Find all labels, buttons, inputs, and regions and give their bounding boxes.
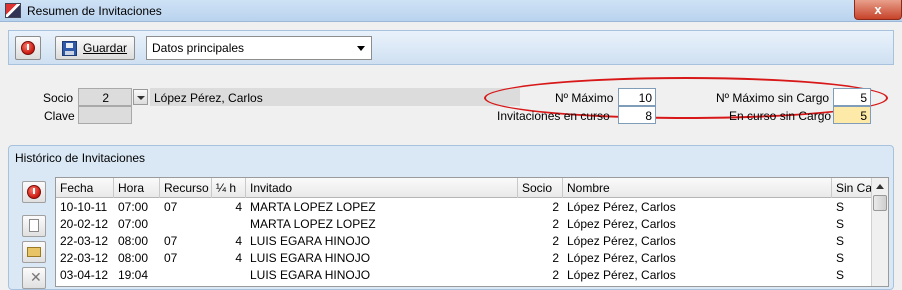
cell-invitado: LUIS EGARA HINOJO (250, 251, 371, 265)
save-button-label: Guardar (83, 41, 128, 55)
cell-recurso: 07 (164, 234, 178, 248)
table-header: Fecha Hora Recurso ¼ h Invitado Socio No… (56, 178, 888, 198)
cell-recurso (160, 216, 212, 233)
cell-invitado: LUIS EGARA HINOJO (250, 268, 371, 282)
socio-name-field: López Pérez, Carlos (150, 88, 520, 106)
cell-nombre: López Pérez, Carlos (567, 217, 676, 231)
cell-cuarto-h (212, 216, 246, 233)
cell-sin-cargo: S (836, 217, 845, 231)
cell-hora: 19:04 (118, 268, 149, 282)
socio-label: Socio (43, 91, 74, 105)
cell-fecha: 22-03-12 (60, 234, 109, 248)
save-button[interactable]: Guardar (55, 36, 135, 60)
socio-number-value: 2 (102, 91, 109, 105)
cell-recurso (160, 267, 212, 284)
floppy-disk-icon (62, 41, 77, 56)
col-fecha[interactable]: Fecha (56, 178, 114, 198)
window-titlebar: Resumen de Invitaciones x (0, 0, 902, 22)
col-cuarto-h[interactable]: ¼ h (212, 178, 246, 198)
document-icon (29, 219, 39, 232)
cell-socio: 2 (552, 234, 559, 248)
history-table: Fecha Hora Recurso ¼ h Invitado Socio No… (55, 177, 889, 287)
en-curso-label: Invitaciones en curso (497, 109, 610, 123)
scrollbar-thumb[interactable] (873, 195, 887, 211)
cell-hora: 08:00 (118, 234, 149, 248)
cell-cuarto-h (212, 267, 246, 284)
view-select-value: Datos principales (152, 41, 245, 55)
table-row[interactable]: 10-10-11 07:00 07 4 MARTA LOPEZ LOPEZ 2 … (56, 199, 871, 216)
cell-fecha: 20-02-12 (60, 217, 109, 231)
cell-nombre: López Pérez, Carlos (567, 200, 676, 214)
exit-button[interactable] (15, 36, 41, 60)
col-recurso[interactable]: Recurso (160, 178, 212, 198)
table-row[interactable]: 03-04-12 19:04 LUIS EGARA HINOJO 2 López… (56, 267, 871, 284)
clave-label: Clave (44, 109, 75, 123)
col-socio[interactable]: Socio (518, 178, 563, 198)
socio-dropdown-button[interactable] (133, 89, 148, 105)
cell-invitado: MARTA LOPEZ LOPEZ (250, 200, 376, 214)
cell-hora: 08:00 (118, 251, 149, 265)
cell-recurso: 07 (164, 251, 178, 265)
cell-sin-cargo: S (836, 200, 845, 214)
socio-name-value: López Pérez, Carlos (154, 91, 263, 105)
cell-fecha: 03-04-12 (60, 268, 109, 282)
table-row[interactable]: 20-02-12 07:00 MARTA LOPEZ LOPEZ 2 López… (56, 216, 871, 233)
history-side-toolbar: ✕ (22, 177, 50, 289)
cell-cuarto-h: 4 (235, 200, 242, 214)
cell-fecha: 22-03-12 (60, 251, 109, 265)
cell-invitado: LUIS EGARA HINOJO (250, 234, 371, 248)
table-row[interactable]: 22-03-12 08:00 07 4 LUIS EGARA HINOJO 2 … (56, 233, 871, 250)
socio-number-field[interactable]: 2 (78, 88, 132, 106)
cell-nombre: López Pérez, Carlos (567, 251, 676, 265)
chevron-down-icon (137, 96, 145, 100)
cell-socio: 2 (552, 200, 559, 214)
en-curso-field[interactable]: 8 (618, 106, 656, 124)
history-title: Histórico de Invitaciones (15, 151, 146, 165)
max-sin-cargo-field[interactable]: 5 (833, 88, 871, 106)
en-curso-sin-cargo-field[interactable]: 5 (833, 106, 871, 124)
cell-fecha: 10-10-11 (60, 200, 108, 214)
en-curso-sin-cargo-label: En curso sin Cargo (729, 109, 832, 123)
power-icon (27, 185, 41, 199)
folder-icon (27, 247, 41, 257)
window-close-button[interactable]: x (854, 0, 902, 20)
power-icon (21, 41, 35, 55)
col-sin-cargo[interactable]: Sin Car (832, 178, 872, 198)
max-sin-cargo-label: Nº Máximo sin Cargo (716, 91, 830, 105)
col-invitado[interactable]: Invitado (246, 178, 518, 198)
cell-nombre: López Pérez, Carlos (567, 268, 676, 282)
cell-socio: 2 (552, 251, 559, 265)
scroll-up-icon[interactable] (876, 184, 884, 189)
cell-sin-cargo: S (836, 268, 845, 282)
app-icon (5, 3, 21, 18)
view-select[interactable]: Datos principales (146, 36, 372, 60)
table-row[interactable]: 22-03-12 08:00 07 4 LUIS EGARA HINOJO 2 … (56, 250, 871, 267)
clave-field[interactable] (78, 106, 132, 124)
cell-hora: 07:00 (118, 217, 149, 231)
cell-socio: 2 (552, 217, 559, 231)
cell-recurso: 07 (164, 200, 178, 214)
window-title: Resumen de Invitaciones (27, 4, 162, 18)
cell-cuarto-h: 4 (235, 251, 242, 265)
cell-invitado: MARTA LOPEZ LOPEZ (250, 217, 376, 231)
delete-button[interactable]: ✕ (22, 267, 46, 289)
cell-nombre: López Pérez, Carlos (567, 234, 676, 248)
cell-socio: 2 (552, 268, 559, 282)
max-label: Nº Máximo (555, 91, 614, 105)
history-exit-button[interactable] (22, 181, 46, 203)
col-nombre[interactable]: Nombre (563, 178, 832, 198)
col-hora[interactable]: Hora (114, 178, 160, 198)
new-document-button[interactable] (22, 215, 46, 237)
cell-cuarto-h: 4 (235, 234, 242, 248)
toolbar: Guardar Datos principales (8, 30, 894, 65)
chevron-down-icon (357, 46, 365, 51)
cell-hora: 07:00 (118, 200, 149, 214)
table-vertical-scrollbar[interactable] (871, 178, 888, 286)
delete-x-icon: ✕ (30, 269, 42, 285)
cell-sin-cargo: S (836, 234, 845, 248)
max-field[interactable]: 10 (618, 88, 656, 106)
cell-sin-cargo: S (836, 251, 845, 265)
open-folder-button[interactable] (22, 241, 46, 263)
